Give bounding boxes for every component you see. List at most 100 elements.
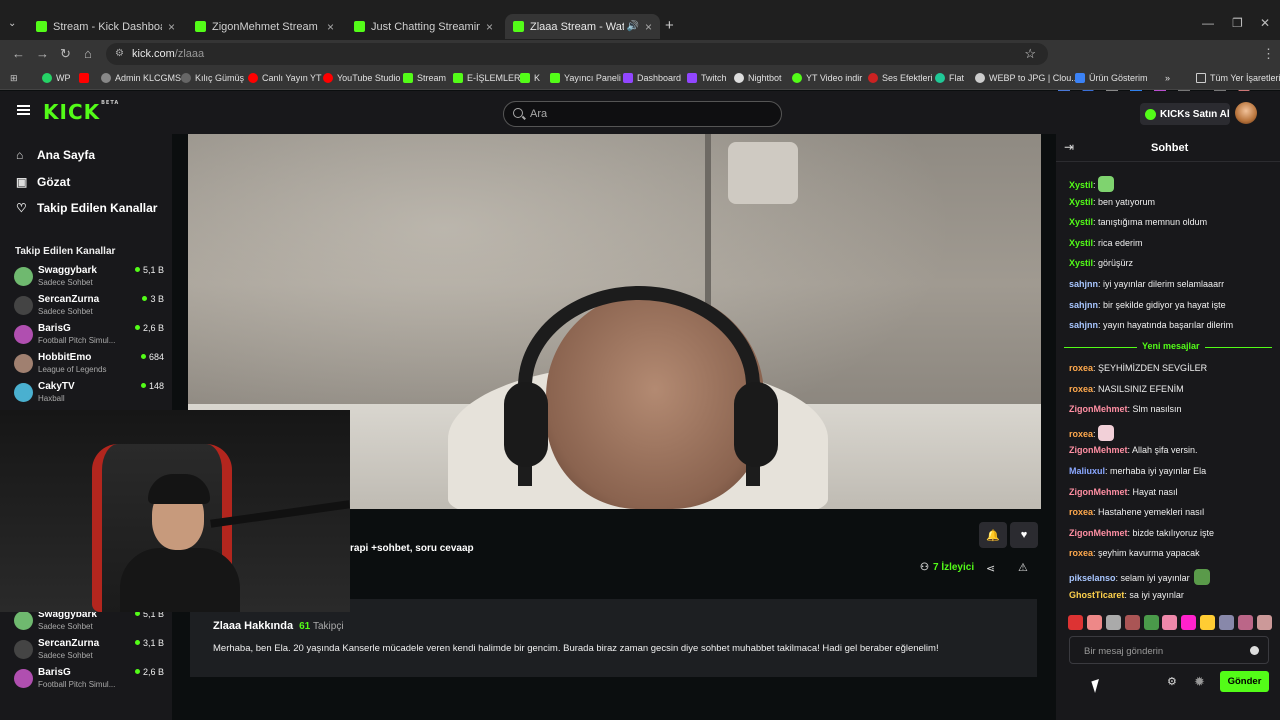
emote-icon[interactable] xyxy=(1143,615,1159,630)
all-bookmarks-folder[interactable]: Tüm Yer İşaretleri xyxy=(1196,73,1280,83)
chat-username[interactable]: roxea xyxy=(1069,384,1093,394)
chat-username[interactable]: GhostTicaret xyxy=(1069,590,1124,600)
chat-username[interactable]: ZigonMehmet xyxy=(1069,404,1128,414)
bookmark-item[interactable]: YouTube Studio xyxy=(323,73,400,83)
chat-username[interactable]: pikselanso xyxy=(1069,573,1116,583)
home-icon[interactable]: ⌂ xyxy=(84,46,92,61)
sidebar-item-browse[interactable]: ▣ Gözat xyxy=(16,175,70,189)
followed-channel[interactable]: Swaggybark Sadece Sohbet 5,1 B xyxy=(14,608,164,636)
chat-username[interactable]: ZigonMehmet xyxy=(1069,445,1128,455)
chat-input[interactable]: Bir mesaj gönderin xyxy=(1069,636,1269,664)
close-icon[interactable]: × xyxy=(168,20,175,34)
bookmark-item[interactable]: Ürün Gösterim xyxy=(1075,73,1148,83)
sidebar-item-home[interactable]: ⌂ Ana Sayfa xyxy=(16,148,95,162)
chat-username[interactable]: sahjnn xyxy=(1069,320,1098,330)
browser-tab-3[interactable]: Just Chatting Streaming - Live S × xyxy=(346,14,501,39)
chat-username[interactable]: roxea xyxy=(1069,363,1093,373)
url-bar[interactable]: ⚙ kick.com/zlaaa ☆ xyxy=(106,43,1048,65)
sidebar-item-following[interactable]: ♡ Takip Edilen Kanallar xyxy=(16,201,157,215)
kick-logo[interactable]: KICKBETA xyxy=(43,100,119,124)
emote-icon[interactable] xyxy=(1219,615,1235,630)
collapse-chat-icon[interactable]: ⇥ xyxy=(1064,140,1074,154)
emote-icon[interactable] xyxy=(1105,615,1121,630)
browser-tab-1[interactable]: Stream - Kick Dashboard × xyxy=(28,14,183,39)
buy-kicks-button[interactable]: KICKs Satın Al xyxy=(1140,103,1230,125)
followed-channel[interactable]: BarisG Football Pitch Simul... 2,6 B xyxy=(14,322,164,350)
bookmark-item[interactable]: WEBP to JPG | Clou... xyxy=(975,73,1079,83)
apps-grid-icon[interactable]: ⊞ xyxy=(10,73,18,84)
chat-username[interactable]: Xystil xyxy=(1069,258,1093,268)
menu-kebab-icon[interactable]: ⋮ xyxy=(1262,46,1275,62)
browser-tab-active[interactable]: Zlaaa Stream - Watch Live o 🔊 × xyxy=(505,14,660,39)
followed-channel[interactable]: BarisG Football Pitch Simul... 2,6 B xyxy=(14,666,164,694)
bookmark-item[interactable]: Admin KLCGMS xyxy=(101,73,181,83)
bookmark-item[interactable]: Kılıç Gümüş xyxy=(181,73,244,83)
bookmark-item[interactable]: E-İŞLEMLER xyxy=(453,73,521,83)
new-tab-icon[interactable]: + xyxy=(665,17,674,34)
bookmark-item[interactable]: Dashboard xyxy=(623,73,681,83)
site-info-icon[interactable]: ⚙ xyxy=(115,48,124,59)
browser-tab-2[interactable]: ZigonMehmet Stream - Watch × xyxy=(187,14,342,39)
send-message-button[interactable]: Gönder xyxy=(1220,671,1269,692)
chat-username[interactable]: ZigonMehmet xyxy=(1069,487,1128,497)
chat-username[interactable]: Xystil xyxy=(1069,238,1093,248)
emote-icon[interactable] xyxy=(1181,615,1197,630)
bookmark-item[interactable]: YT Video indir xyxy=(792,73,862,83)
close-icon[interactable]: × xyxy=(327,20,334,34)
follow-heart-button[interactable]: ♥ xyxy=(1010,522,1038,548)
followed-channel[interactable]: SercanZurna Sadece Sohbet 3,1 B xyxy=(14,637,164,665)
emote-icon[interactable] xyxy=(1086,615,1102,630)
bookmark-item[interactable]: Canlı Yayın YT xyxy=(248,73,322,83)
chat-username[interactable]: sahjnn xyxy=(1069,279,1098,289)
chat-username[interactable]: sahjnn xyxy=(1069,300,1098,310)
kicks-emote-icon[interactable]: ✹ xyxy=(1194,674,1205,690)
tab-search-icon[interactable]: ⌄ xyxy=(8,18,16,29)
chat-username[interactable]: roxea xyxy=(1069,507,1093,517)
reload-icon[interactable]: ↻ xyxy=(60,46,71,62)
chat-username[interactable]: ZigonMehmet xyxy=(1069,528,1128,538)
emote-icon[interactable] xyxy=(1238,615,1254,630)
followed-channel[interactable]: HobbitEmo League of Legends 684 xyxy=(14,351,164,379)
emote-icon[interactable] xyxy=(1256,615,1272,630)
bookmark-item[interactable]: Nightbot xyxy=(734,73,782,83)
bookmark-star-icon[interactable]: ☆ xyxy=(1024,46,1036,62)
bookmark-item[interactable]: Twitch xyxy=(687,73,727,83)
emote-icon[interactable] xyxy=(1068,615,1083,630)
emote-icon[interactable] xyxy=(1200,615,1216,630)
chat-username[interactable]: roxea xyxy=(1069,548,1093,558)
bookmark-item[interactable] xyxy=(79,73,93,83)
close-icon[interactable]: × xyxy=(645,20,652,34)
forward-icon[interactable]: → xyxy=(36,46,49,61)
bookmark-item[interactable]: K xyxy=(520,73,540,83)
window-close-icon[interactable]: ✕ xyxy=(1260,16,1270,30)
bookmark-item[interactable]: WP xyxy=(42,73,71,83)
chat-username[interactable]: Xystil xyxy=(1069,217,1093,227)
bookmarks-overflow-button[interactable]: » xyxy=(1165,73,1170,83)
back-icon[interactable]: ← xyxy=(12,46,25,61)
hamburger-menu-icon[interactable] xyxy=(17,105,30,115)
notification-bell-button[interactable]: 🔔 xyxy=(979,522,1007,548)
chat-username[interactable]: Xystil xyxy=(1069,180,1093,190)
followed-channel[interactable]: Swaggybark Sadece Sohbet 5,1 B xyxy=(14,264,164,292)
bookmark-item[interactable]: Ses Efektleri xyxy=(868,73,933,83)
search-input[interactable]: Ara xyxy=(503,101,782,127)
bookmark-item[interactable]: Yayıncı Paneli xyxy=(550,73,621,83)
emoji-picker-icon[interactable] xyxy=(1250,646,1259,655)
chat-username[interactable]: Maliuxul xyxy=(1069,466,1105,476)
maximize-icon[interactable]: ❐ xyxy=(1232,16,1243,30)
emote-icon[interactable] xyxy=(1162,615,1178,630)
share-icon[interactable]: ⋖ xyxy=(986,562,995,575)
close-icon[interactable]: × xyxy=(486,20,493,34)
emote-icon[interactable] xyxy=(1124,615,1140,630)
speaker-icon[interactable]: 🔊 xyxy=(627,21,639,32)
user-avatar[interactable] xyxy=(1235,102,1257,124)
minimize-icon[interactable]: — xyxy=(1202,16,1214,30)
followed-channel[interactable]: CakyTV Haxball 148 xyxy=(14,380,164,408)
followed-channel[interactable]: SercanZurna Sadece Sohbet 3 B xyxy=(14,293,164,321)
bookmark-item[interactable]: Stream xyxy=(403,73,446,83)
chat-username[interactable]: roxea xyxy=(1069,429,1093,439)
chat-username[interactable]: Xystil xyxy=(1069,197,1093,207)
chat-settings-gear-icon[interactable]: ⚙ xyxy=(1167,675,1177,688)
report-warning-icon[interactable]: ⚠ xyxy=(1018,561,1028,574)
bookmark-item[interactable]: Flat xyxy=(935,73,964,83)
